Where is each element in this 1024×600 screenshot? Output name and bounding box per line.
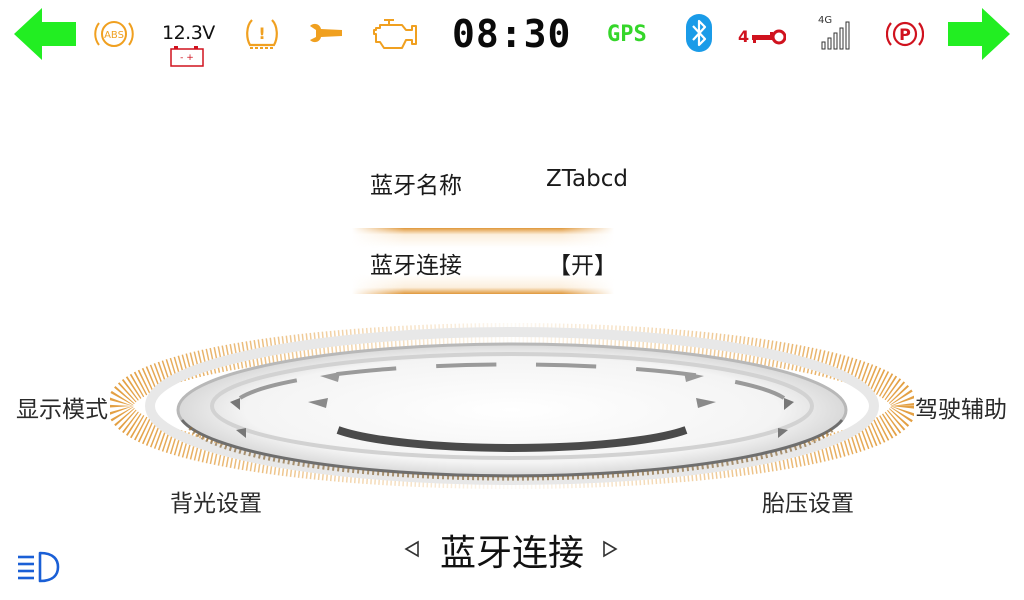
- menu-item-driving-assist[interactable]: 驾驶辅助: [915, 390, 1007, 424]
- abs-text: ABS: [104, 30, 124, 41]
- back-arrow-icon[interactable]: [14, 8, 76, 60]
- battery-icon: - +: [170, 46, 204, 67]
- parking-text: P: [899, 25, 911, 44]
- wrench-service-icon: [310, 23, 342, 43]
- battery-voltage: 12.3V: [162, 22, 215, 44]
- menu-item-backlight[interactable]: 背光设置: [170, 484, 262, 518]
- menu-item-display-mode[interactable]: 显示模式: [16, 390, 108, 424]
- low-beam-headlight-icon: [18, 551, 60, 583]
- status-bar: ABS 12.3V - + ! 08:30 GPS 4 4G P: [0, 0, 1024, 70]
- tire-pressure-warning-icon: !: [246, 19, 278, 49]
- abs-warning-icon: ABS: [94, 21, 134, 47]
- parking-brake-icon: P: [886, 21, 924, 47]
- key-count: 4: [738, 27, 750, 46]
- current-menu-title: 蓝牙连接: [439, 533, 584, 574]
- clock: 08:30: [452, 12, 572, 56]
- bluetooth-connect-value: 【开】: [548, 253, 617, 279]
- next-item-icon[interactable]: [602, 540, 618, 558]
- signal-strength-icon: [821, 21, 850, 50]
- settings-screen: ABS 12.3V - + ! 08:30 GPS 4 4G P 蓝牙名称 ZT…: [0, 0, 1024, 600]
- bluetooth-name-row[interactable]: 蓝牙名称 ZTabcd: [352, 148, 628, 214]
- menu-item-tire-pressure[interactable]: 胎压设置: [762, 484, 854, 518]
- engine-check-icon: [373, 19, 417, 49]
- menu-dial: [110, 323, 914, 489]
- bluetooth-name-value: ZTabcd: [546, 166, 628, 192]
- gps-icon: GPS: [607, 22, 647, 47]
- bluetooth-connect-row[interactable]: 蓝牙连接 【开】: [352, 228, 617, 294]
- battery-terminals: - +: [180, 53, 194, 63]
- bluetooth-icon: [686, 14, 712, 52]
- bluetooth-connect-label: 蓝牙连接: [370, 253, 462, 279]
- bluetooth-name-label: 蓝牙名称: [370, 173, 462, 199]
- tpms-text: !: [258, 24, 265, 43]
- forward-arrow-icon[interactable]: [948, 8, 1010, 60]
- key-icon: [752, 29, 786, 45]
